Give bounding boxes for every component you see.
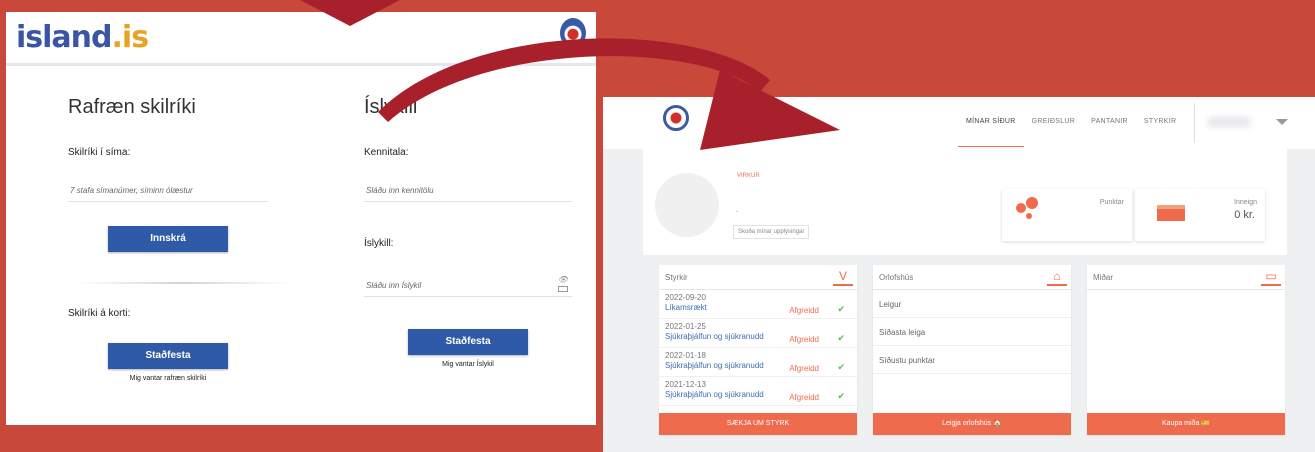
decorative-arrows (300, 0, 840, 150)
curved-arrow-head (700, 70, 840, 150)
top-arrow (300, 0, 400, 26)
